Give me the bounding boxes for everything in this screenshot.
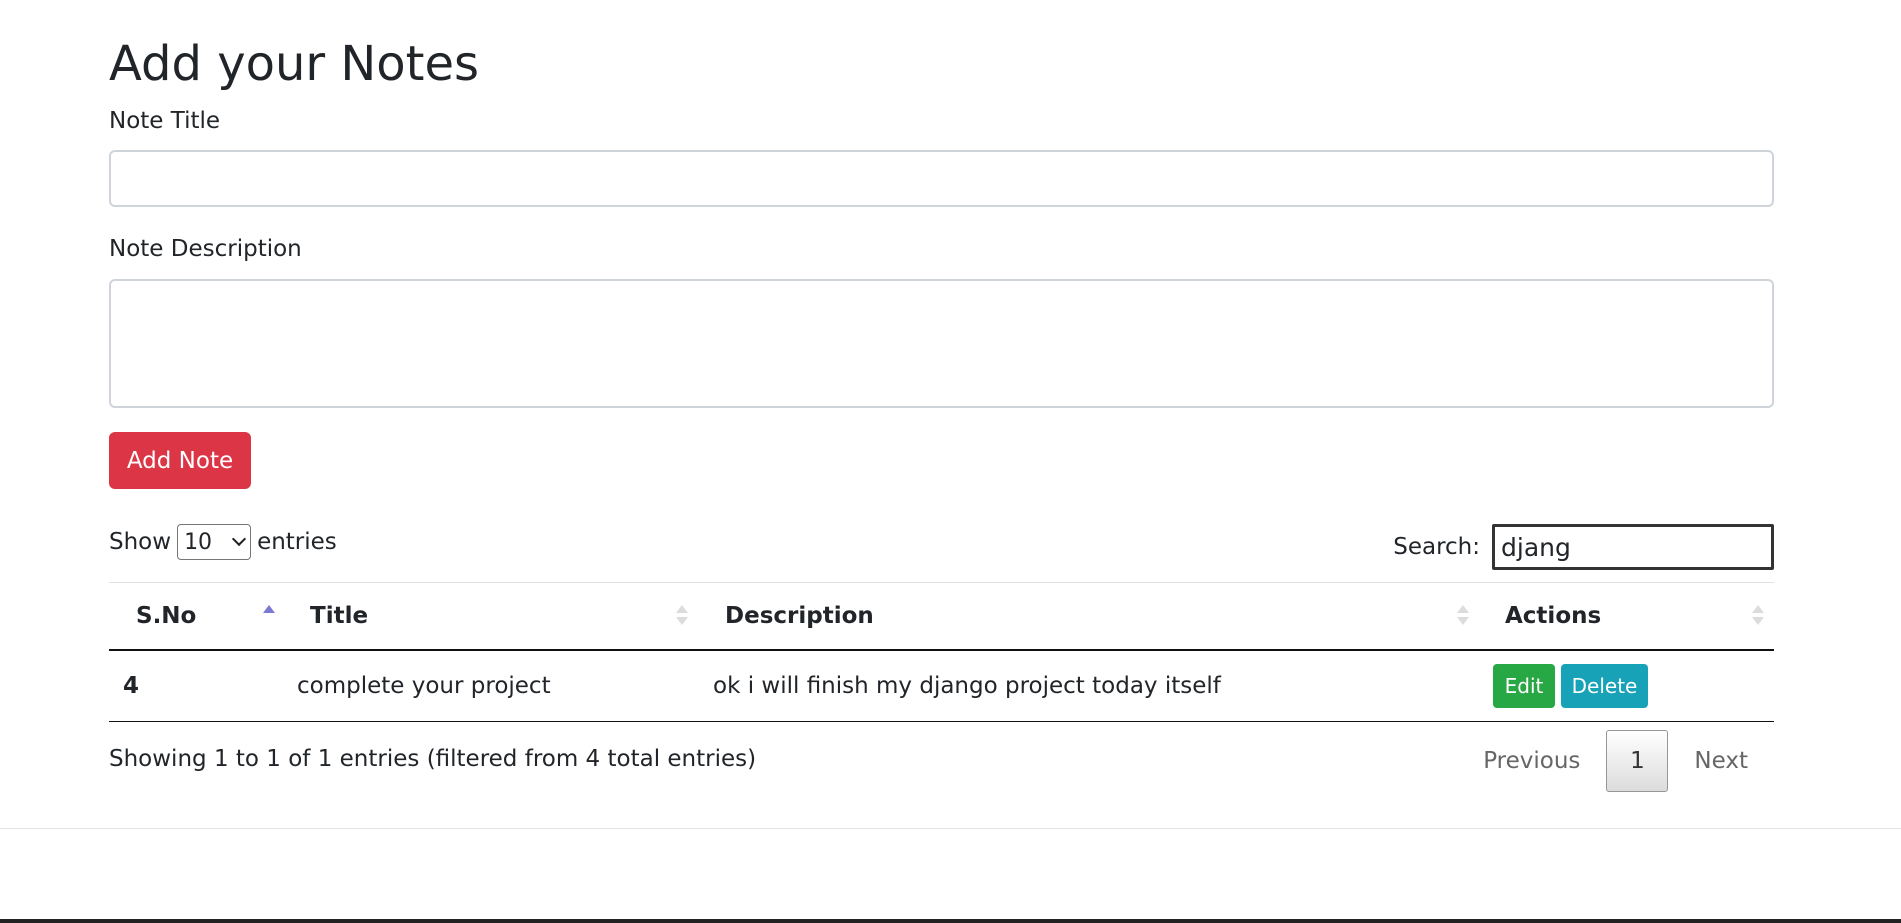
sort-ascending-icon[interactable] bbox=[263, 605, 275, 627]
column-header-actions[interactable]: Actions bbox=[1505, 583, 1601, 649]
page-length-value: 10 bbox=[184, 529, 213, 555]
cell-sno: 4 bbox=[123, 673, 140, 699]
column-header-sno[interactable]: S.No bbox=[136, 583, 196, 649]
notes-table: S.No Title Description Actions 4 complet… bbox=[109, 582, 1774, 722]
entries-label: entries bbox=[257, 529, 337, 555]
next-page-button[interactable]: Next bbox=[1668, 748, 1774, 774]
cell-actions: Edit Delete bbox=[1493, 651, 1648, 721]
note-description-textarea[interactable] bbox=[109, 279, 1774, 408]
page-length-select[interactable]: 10 bbox=[177, 524, 252, 560]
sort-arrows-icon[interactable] bbox=[1752, 605, 1764, 627]
column-header-title[interactable]: Title bbox=[310, 583, 368, 649]
column-header-actions-label: Actions bbox=[1505, 603, 1602, 629]
window-bottom-edge bbox=[0, 919, 1901, 923]
column-header-description-label: Description bbox=[725, 603, 874, 629]
delete-button[interactable]: Delete bbox=[1561, 664, 1648, 708]
previous-page-button[interactable]: Previous bbox=[1457, 748, 1606, 774]
chevron-down-icon bbox=[231, 531, 247, 547]
show-entries-control: Show 10 entries bbox=[109, 524, 337, 560]
search-label: Search: bbox=[1393, 534, 1480, 560]
sort-arrows-icon[interactable] bbox=[1457, 605, 1469, 627]
add-note-button[interactable]: Add Note bbox=[109, 432, 251, 489]
column-header-sno-label: S.No bbox=[136, 603, 197, 629]
note-title-label: Note Title bbox=[109, 108, 221, 134]
search-control: Search: djang bbox=[1393, 524, 1774, 570]
search-input[interactable]: djang bbox=[1492, 524, 1774, 570]
table-header: S.No Title Description Actions bbox=[109, 583, 1774, 651]
note-description-label: Note Description bbox=[109, 236, 302, 262]
note-title-input[interactable] bbox=[109, 150, 1774, 207]
page-button-current[interactable]: 1 bbox=[1606, 730, 1669, 792]
pagination: Previous 1 Next bbox=[1457, 730, 1774, 792]
edit-button[interactable]: Edit bbox=[1493, 664, 1555, 708]
cell-title: complete your project bbox=[297, 673, 551, 699]
sort-arrows-icon[interactable] bbox=[676, 605, 688, 627]
page-title: Add your Notes bbox=[109, 36, 480, 92]
cell-description: ok i will finish my django project today… bbox=[713, 673, 1221, 699]
table-row: 4 complete your project ok i will finish… bbox=[109, 651, 1774, 722]
table-info: Showing 1 to 1 of 1 entries (filtered fr… bbox=[109, 746, 757, 772]
column-header-description[interactable]: Description bbox=[725, 583, 874, 649]
divider bbox=[0, 828, 1901, 829]
column-header-title-label: Title bbox=[310, 603, 369, 629]
show-label: Show bbox=[109, 529, 172, 555]
